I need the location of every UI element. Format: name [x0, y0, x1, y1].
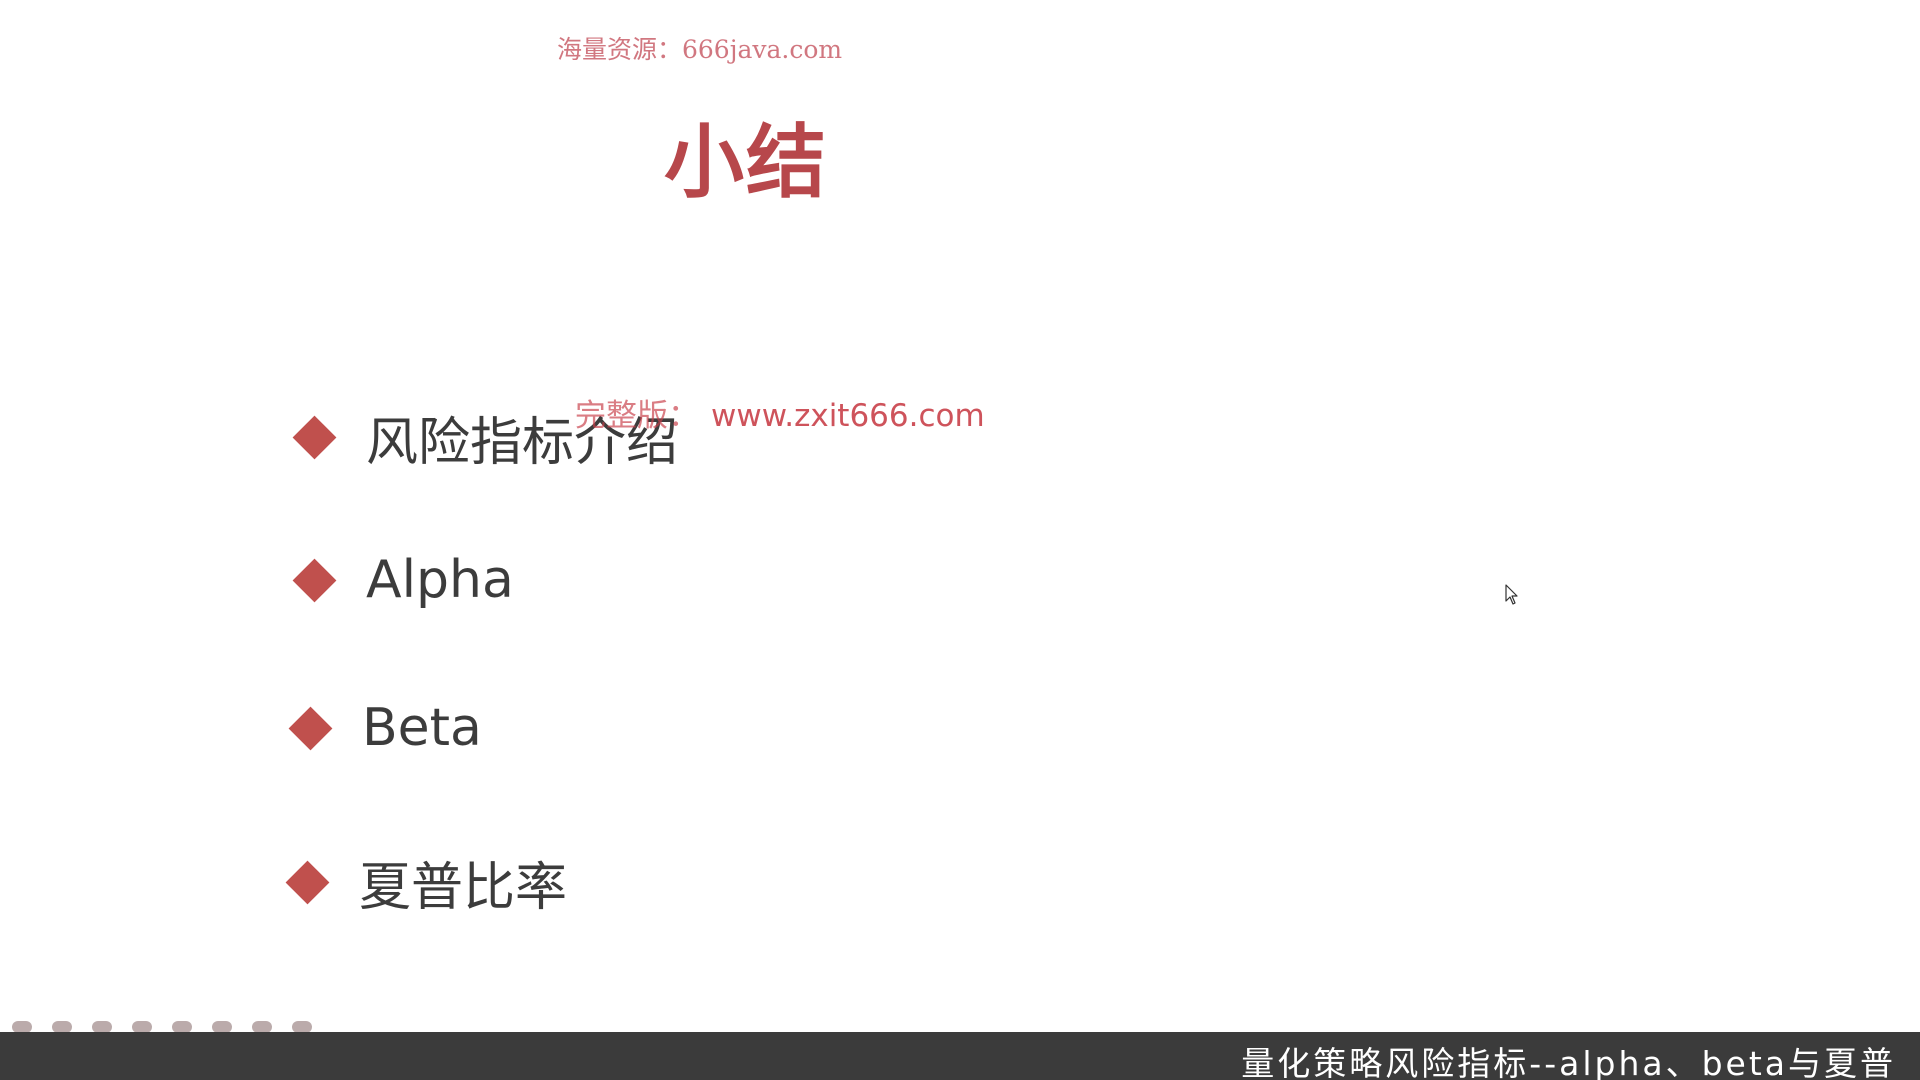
- bullet-text: Beta: [362, 698, 482, 758]
- bullet-item: Alpha: [292, 550, 514, 610]
- watermark-mid: 完整版： www.zxit666.com: [575, 390, 985, 435]
- watermark-mid-url: www.zxit666.com: [711, 398, 985, 434]
- diamond-bullet-icon: [285, 860, 330, 905]
- bullet-text: 夏普比率: [359, 858, 568, 918]
- watermark-mid-label: 完整版：: [575, 398, 699, 434]
- bullet-text: Alpha: [366, 550, 514, 610]
- mouse-pointer-icon: [1505, 584, 1518, 605]
- video-caption: 量化策略风险指标--alpha、beta与夏普: [1241, 1044, 1896, 1080]
- diamond-bullet-icon: [288, 706, 333, 750]
- bullet-item: 夏普比率: [285, 845, 568, 920]
- slide-canvas: 海量资源：666java.com 小结 风险指标介绍 Alpha Beta 夏普…: [0, 0, 1920, 1033]
- slide-title: 小结: [664, 116, 828, 209]
- diamond-bullet-icon: [292, 558, 337, 602]
- bullet-item: Beta: [288, 698, 482, 758]
- video-caption-bar: 量化策略风险指标--alpha、beta与夏普: [0, 1032, 1920, 1080]
- diamond-bullet-icon: [292, 415, 337, 460]
- watermark-top: 海量资源：666java.com: [557, 35, 843, 64]
